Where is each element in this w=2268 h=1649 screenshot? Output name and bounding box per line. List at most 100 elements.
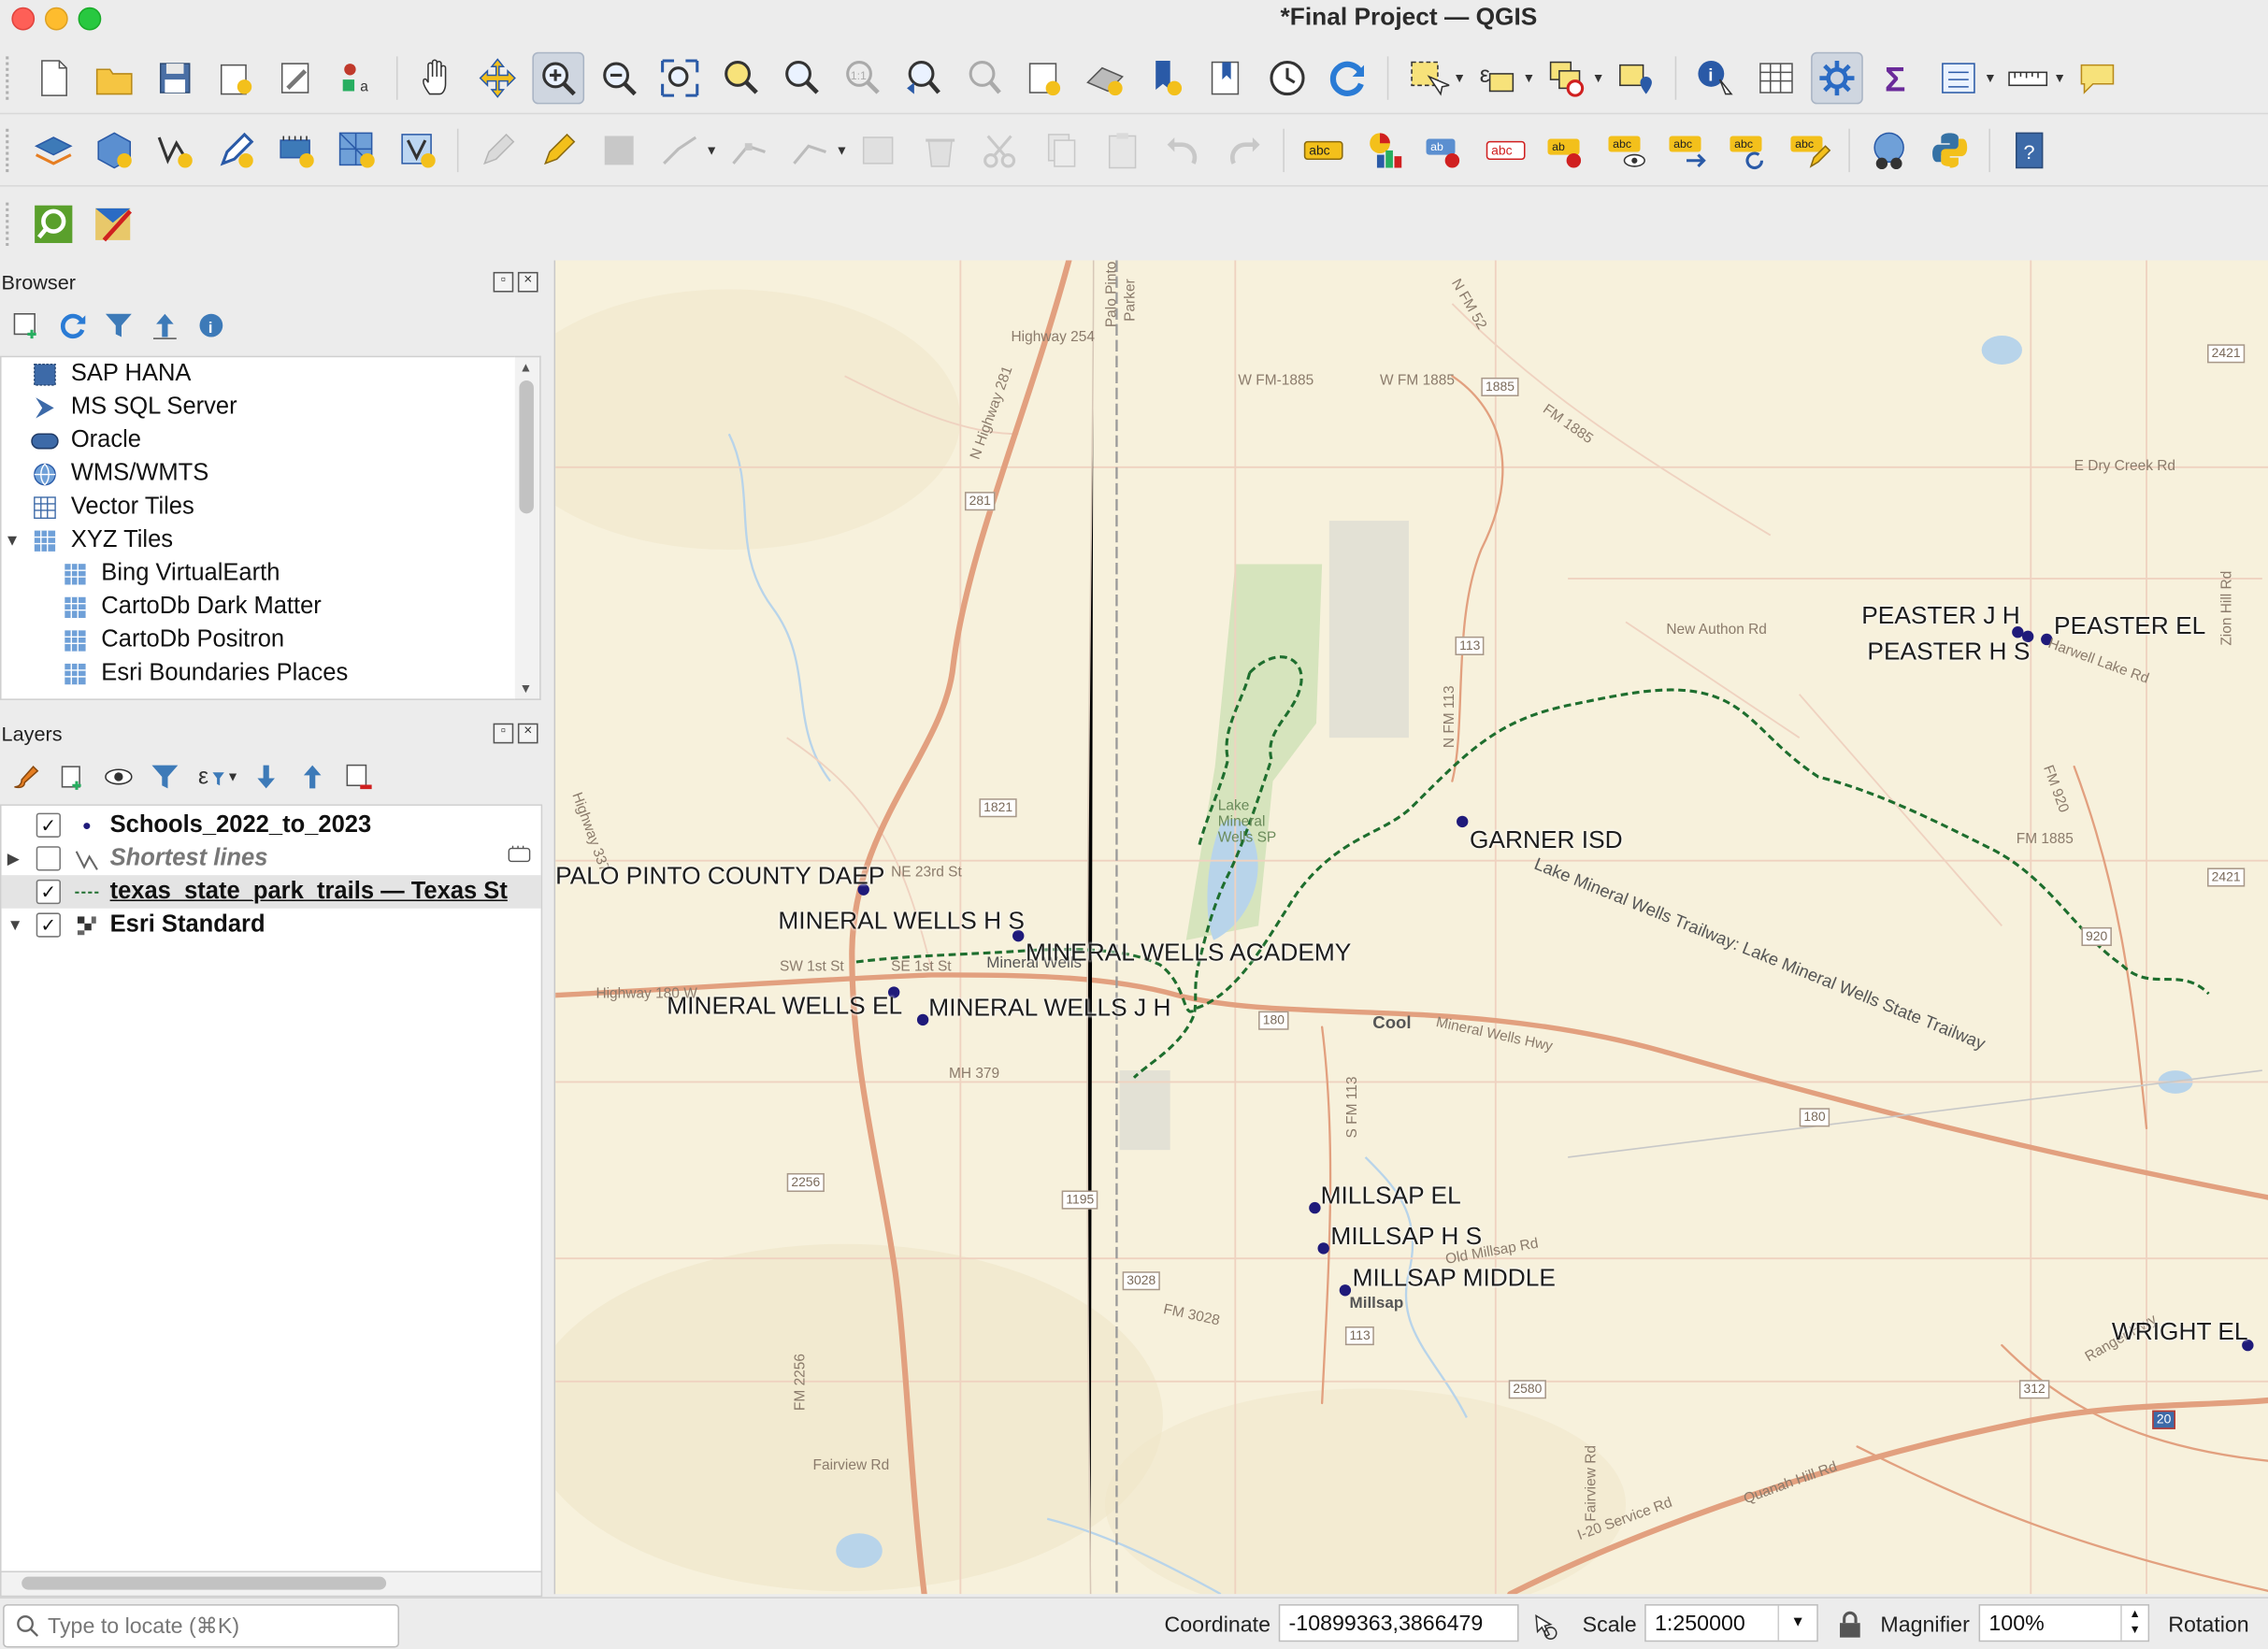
measure-dropdown-caret[interactable]: ▼ xyxy=(2052,52,2066,105)
layer-row-shortest-lines[interactable]: ▶ Shortest lines xyxy=(2,842,541,876)
lock-scale-icon[interactable] xyxy=(1837,1610,1863,1644)
select-dropdown-caret[interactable]: ▼ xyxy=(1452,52,1466,105)
save-edits-button[interactable] xyxy=(593,124,645,177)
extents-toggle-icon[interactable] xyxy=(1528,1610,1559,1647)
select-by-expression-button[interactable]: ε xyxy=(1471,52,1524,105)
modify-attributes-button[interactable] xyxy=(784,124,837,177)
new-geopackage-layer-button[interactable] xyxy=(88,124,140,177)
toggle-editing-button[interactable] xyxy=(471,124,524,177)
browser-scrollbar[interactable]: ▲ ▼ xyxy=(514,355,541,700)
pan-to-selection-button[interactable] xyxy=(471,52,524,105)
browser-item-vector-tiles[interactable]: Vector Tiles xyxy=(30,491,194,524)
undo-button[interactable] xyxy=(1157,124,1210,177)
new-temporary-layer-button[interactable] xyxy=(209,124,262,177)
close-panel-button[interactable]: × xyxy=(517,723,538,744)
locator-search-input[interactable]: Type to locate (⌘K) xyxy=(3,1604,400,1648)
statistics-button[interactable]: Σ xyxy=(1872,52,1924,105)
browser-item-cartodb-positron[interactable]: CartoDb Positron xyxy=(61,624,284,657)
new-print-layout-button[interactable] xyxy=(209,52,262,105)
remove-layer-button[interactable] xyxy=(338,756,379,796)
browser-item-wms[interactable]: WMS/WMTS xyxy=(30,457,208,491)
attribute-table-menu-button[interactable] xyxy=(1932,52,1985,105)
scale-combobox[interactable]: 1:250000 ▼ xyxy=(1644,1604,1818,1642)
select-by-location-button[interactable] xyxy=(1610,52,1662,105)
expand-arrow-icon[interactable]: ▼ xyxy=(5,532,22,550)
map-tool-plugin-button[interactable] xyxy=(88,198,140,251)
delete-selected-button[interactable] xyxy=(914,124,967,177)
filter-legend-button[interactable] xyxy=(145,756,185,796)
coordinate-field[interactable]: -10899363,3866479 xyxy=(1278,1604,1519,1642)
collapse-all-button[interactable] xyxy=(145,306,185,346)
scrollbar-thumb[interactable] xyxy=(22,1576,387,1590)
zoom-full-button[interactable] xyxy=(653,52,706,105)
new-map-view-button[interactable] xyxy=(1018,52,1070,105)
manage-visibility-button[interactable] xyxy=(98,756,138,796)
rotate-label-button[interactable]: abc xyxy=(1723,124,1775,177)
show-hide-labels-button[interactable]: abc xyxy=(1601,124,1654,177)
layer-row-esri-standard[interactable]: ▼ ✓ Esri Standard xyxy=(2,909,541,942)
filter-browser-button[interactable] xyxy=(98,306,138,346)
copy-features-button[interactable] xyxy=(1036,124,1088,177)
deselect-features-button[interactable] xyxy=(1541,52,1593,105)
label-toolbar-button[interactable]: abc xyxy=(1298,124,1350,177)
redo-button[interactable] xyxy=(1218,124,1270,177)
open-attribute-table-button[interactable] xyxy=(1750,52,1802,105)
save-project-button[interactable] xyxy=(149,52,201,105)
new-shapefile-layer-button[interactable] xyxy=(149,124,201,177)
layers-tree[interactable]: ✓ Schools_2022_to_2023 ▶ Shortest lines … xyxy=(0,804,543,1574)
quick-search-plugin-button[interactable] xyxy=(27,198,79,251)
layer-visibility-checkbox[interactable]: ✓ xyxy=(36,879,61,905)
python-console-button[interactable] xyxy=(1924,124,1976,177)
move-label-button[interactable]: abc xyxy=(1662,124,1715,177)
new-spatial-bookmark-button[interactable] xyxy=(1140,52,1192,105)
pan-map-button[interactable] xyxy=(410,52,463,105)
browser-item-cartodb-dark[interactable]: CartoDb Dark Matter xyxy=(61,590,322,624)
add-line-feature-button[interactable] xyxy=(653,124,706,177)
browser-item-ms-sql[interactable]: MS SQL Server xyxy=(30,391,237,424)
vertex-tool-button[interactable] xyxy=(724,124,776,177)
zoom-next-button[interactable] xyxy=(957,52,1010,105)
zoom-last-button[interactable] xyxy=(897,52,949,105)
add-group-button[interactable] xyxy=(52,756,93,796)
highlight-pinned-labels-button[interactable]: ab xyxy=(1419,124,1471,177)
select-features-button[interactable] xyxy=(1401,52,1454,105)
toggle-display-labels-button[interactable]: abc xyxy=(1480,124,1532,177)
temporary-layer-icon[interactable] xyxy=(507,842,533,876)
toolbox-button[interactable] xyxy=(1811,51,1863,105)
collapse-all-layers-button[interactable] xyxy=(293,756,333,796)
filter-dropdown-caret[interactable]: ▼ xyxy=(225,761,239,793)
show-bookmarks-button[interactable] xyxy=(1200,52,1253,105)
add-selected-layers-button[interactable] xyxy=(6,306,46,346)
cut-features-button[interactable] xyxy=(975,124,1027,177)
stepper-icon[interactable]: ▲ ▼ xyxy=(2120,1605,2147,1641)
browser-item-bing[interactable]: Bing VirtualEarth xyxy=(61,557,280,591)
open-project-button[interactable] xyxy=(88,52,140,105)
layer-visibility-checkbox[interactable]: ✓ xyxy=(36,912,61,938)
new-virtual-layer-button[interactable] xyxy=(270,124,323,177)
style-manager-button[interactable]: a xyxy=(331,52,383,105)
deselect-dropdown-caret[interactable]: ▼ xyxy=(1591,52,1605,105)
close-panel-button[interactable]: × xyxy=(517,271,538,293)
float-panel-button[interactable]: ▫ xyxy=(493,723,514,744)
layout-manager-button[interactable] xyxy=(270,52,323,105)
layer-row-trails[interactable]: ✓ texas_state_park_trails — Texas St xyxy=(1,875,541,909)
layer-visibility-checkbox[interactable] xyxy=(36,846,61,871)
data-source-manager-button[interactable] xyxy=(27,124,79,177)
new-project-button[interactable] xyxy=(27,52,79,105)
expression-dropdown-caret[interactable]: ▼ xyxy=(1522,52,1536,105)
zoom-native-button[interactable]: 1:1 xyxy=(836,52,888,105)
new-annotation-layer-button[interactable] xyxy=(392,124,444,177)
open-layer-styling-button[interactable] xyxy=(6,756,46,796)
refresh-browser-button[interactable] xyxy=(52,306,93,346)
map-canvas[interactable]: Highway 254 W FM-1885 W FM 1885 FM 1885 … xyxy=(553,260,2268,1595)
float-panel-button[interactable]: ▫ xyxy=(493,271,514,293)
refresh-button[interactable] xyxy=(1322,52,1374,105)
zoom-to-layer-button[interactable] xyxy=(775,52,827,105)
browser-item-oracle[interactable]: Oracle xyxy=(30,423,141,457)
expand-arrow-icon[interactable]: ▼ xyxy=(7,916,25,934)
chevron-down-icon[interactable]: ▼ xyxy=(1777,1605,1817,1641)
scrollbar-thumb[interactable] xyxy=(519,380,534,514)
new-3d-map-view-button[interactable] xyxy=(1079,52,1131,105)
zoom-in-button[interactable] xyxy=(532,51,585,105)
layers-horizontal-scrollbar[interactable] xyxy=(0,1570,543,1598)
